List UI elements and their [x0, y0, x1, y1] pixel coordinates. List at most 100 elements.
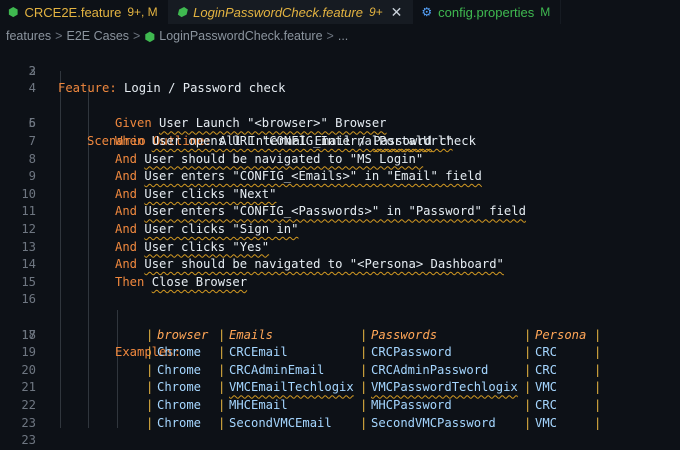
chevron-right-icon: > — [326, 29, 334, 43]
step-text: User should be navigated to "<Persona> D… — [144, 257, 504, 272]
breadcrumb-item-features[interactable]: features — [6, 29, 51, 43]
table-pipe: | — [218, 398, 226, 412]
table-pipe: | — [146, 327, 154, 342]
table-cell: Chrome — [157, 362, 202, 377]
table-pipe: | — [524, 345, 532, 360]
chevron-right-icon: > — [55, 29, 63, 43]
table-pipe: | — [594, 362, 602, 377]
table-cell: MHCPassword — [371, 398, 452, 412]
code-line: 2 Feature: Login / Password check — [0, 45, 680, 96]
code-line: 13 And User clicks "Yes" — [0, 239, 680, 257]
table-pipe: | — [594, 327, 602, 342]
table-pipe: | — [594, 398, 602, 412]
table-pipe: | — [360, 327, 368, 342]
step-keyword: Then — [115, 274, 145, 289]
code-line: 7 When User opens URL "CONFIG_InternalPor… — [0, 133, 680, 151]
line-number: 18 — [21, 327, 36, 342]
table-cell: SecondVMCPassword — [371, 415, 496, 430]
code-line: 23 — [0, 432, 680, 450]
tab-label: CRCE2E.feature — [24, 4, 122, 20]
table-cell: VMC — [535, 415, 558, 430]
line-number: 23 — [21, 433, 36, 448]
line-number: 6 — [28, 116, 36, 131]
step-text: User clicks "Sign in" — [144, 222, 299, 236]
tab-crce2e-feature[interactable]: ⬢ CRCE2E.feature 9+, M — [0, 0, 169, 24]
line-number: 23 — [21, 415, 36, 430]
code-line: 17 Examples: — [0, 309, 680, 360]
gherkin-icon: ⬢ — [176, 5, 188, 19]
breadcrumb-item-symbol[interactable]: ... — [338, 29, 348, 43]
table-pipe: | — [524, 415, 532, 430]
step-text: User enters "CONFIG_<Passwords>" in "Pas… — [144, 204, 526, 219]
step-text: User should be navigated to "MS Login" — [144, 151, 424, 166]
table-cell: CRCEmail — [229, 345, 288, 360]
table-pipe: | — [146, 345, 154, 360]
breadcrumb-item-file[interactable]: LoginPasswordCheck.feature — [159, 29, 322, 43]
tab-loginpasswordcheck-feature[interactable]: ⬢ LoginPasswordCheck.feature 9+ ✕ — [168, 0, 414, 24]
close-icon[interactable]: ✕ — [391, 4, 403, 21]
table-pipe: | — [146, 380, 154, 395]
step-text: User opens URL "CONFIG_InternalPortalUrl… — [151, 134, 453, 148]
code-line: 3 — [0, 63, 680, 81]
line-number: 10 — [21, 186, 36, 201]
table-cell: VMC — [535, 380, 558, 395]
line-number: 8 — [28, 151, 36, 166]
code-line: 14 And User should be navigated to "<Pers… — [0, 256, 680, 274]
table-cell: CRC — [535, 398, 558, 412]
table-pipe: | — [218, 380, 226, 395]
table-row: 20 | | | | | Chrome CRCAdminEmail CRCAdminPasswo… — [0, 362, 680, 380]
line-number: 7 — [28, 134, 36, 148]
code-line: 8 And User should be navigated to "MS Log… — [0, 151, 680, 169]
table-pipe: | — [524, 380, 532, 395]
step-keyword: And — [115, 222, 138, 236]
line-number: 19 — [21, 345, 36, 360]
line-number: 14 — [21, 257, 36, 272]
step-keyword: And — [115, 151, 138, 166]
line-number: 16 — [21, 292, 36, 307]
line-number: 9 — [28, 169, 36, 184]
tab-config-properties[interactable]: ⚙ config.properties M — [413, 0, 562, 24]
line-number: 21 — [21, 380, 36, 395]
step-keyword: And — [115, 169, 138, 184]
table-pipe: | — [146, 398, 154, 412]
step-keyword: And — [115, 239, 138, 254]
table-pipe: | — [360, 398, 368, 412]
step-keyword: Given — [115, 116, 152, 131]
table-pipe: | — [218, 345, 226, 360]
step-text: User clicks "Next" — [144, 186, 277, 201]
line-number: 15 — [21, 274, 36, 289]
table-cell: Chrome — [157, 345, 202, 360]
table-pipe: | — [360, 362, 368, 377]
tab-bar: ⬢ CRCE2E.feature 9+, M ⬢ LoginPasswordCh… — [0, 0, 680, 24]
table-cell: MHCEmail — [229, 398, 288, 412]
table-cell: VMCPasswordTechlogix — [371, 380, 518, 395]
breadcrumb-item-e2e-cases[interactable]: E2E Cases — [66, 29, 129, 43]
table-header-row: 18 | | | | | browser Emails Passwords Persona — [0, 327, 680, 345]
table-pipe: | — [360, 415, 368, 430]
table-pipe: | — [360, 380, 368, 395]
table-cell: SecondVMCEmail — [229, 415, 332, 430]
step-keyword: When — [115, 134, 145, 148]
table-header-cell: Persona — [535, 327, 587, 342]
tab-status: 9+, M — [127, 5, 158, 19]
table-pipe: | — [218, 327, 226, 342]
gherkin-icon: ⬢ — [144, 29, 156, 44]
table-pipe: | — [594, 380, 602, 395]
table-pipe: | — [524, 362, 532, 377]
code-line: 12 And User clicks "Sign in" — [0, 221, 680, 239]
code-editor[interactable]: 2 Feature: Login / Password check 3 4 5 … — [0, 45, 680, 448]
code-line: 6 Given User Launch "<browser>" Browser — [0, 115, 680, 133]
step-text: Close Browser — [151, 274, 248, 289]
line-number: 4 — [28, 81, 36, 96]
breadcrumb: features > E2E Cases > ⬢ LoginPasswordCh… — [0, 27, 680, 45]
line-number: 3 — [28, 63, 36, 78]
table-pipe: | — [360, 345, 368, 360]
code-line: 5 Scenario Outline: All Internal Email /… — [0, 98, 680, 148]
code-line: 4 — [0, 80, 680, 98]
table-pipe: | — [146, 362, 154, 377]
table-cell: CRC — [535, 345, 558, 360]
table-header-cell: browser — [157, 327, 209, 342]
table-row: 19 | | | | | Chrome CRCEmail CRCPassword CRC — [0, 344, 680, 362]
table-pipe: | — [524, 398, 532, 412]
line-number: 22 — [21, 398, 36, 412]
